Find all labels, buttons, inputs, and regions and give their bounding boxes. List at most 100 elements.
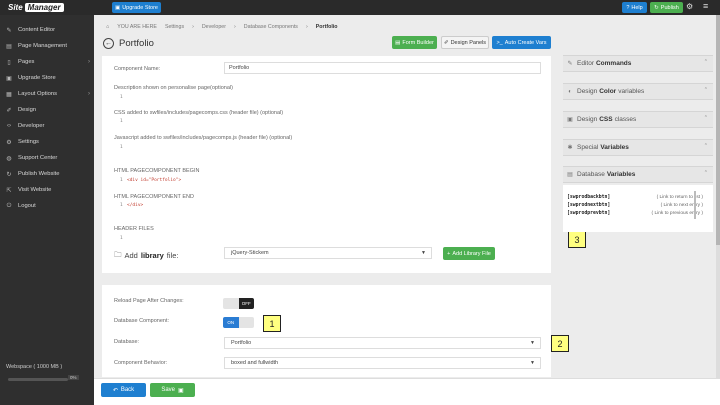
- library-select[interactable]: jQuery-Stickem ▼: [224, 247, 432, 259]
- breadcrumb-database-components[interactable]: Database Components: [244, 24, 298, 30]
- html-begin-editor[interactable]: <div id="Portfolio">: [127, 178, 181, 183]
- save-button[interactable]: Save ▣: [150, 383, 195, 397]
- publish-icon: ↻: [6, 171, 12, 178]
- sidebar-item-pages[interactable]: ▯ Pages ›: [0, 54, 94, 70]
- breadcrumb-settings[interactable]: Settings: [165, 24, 184, 30]
- sidebar-item-label: Logout: [18, 203, 36, 209]
- sidebar-item-label: Publish Website: [18, 171, 60, 177]
- publish-button[interactable]: ↻ Publish: [650, 2, 683, 13]
- back-arrow-icon[interactable]: ←: [103, 38, 114, 49]
- db-variable-row[interactable]: [swprodnextbtn] ( Link to next entry ): [567, 203, 703, 208]
- db-variable-row[interactable]: [swprodprevbtn]( Link to previous entry …: [567, 211, 703, 216]
- db-vars-scrollbar[interactable]: [694, 191, 696, 219]
- document-icon: ▯: [7, 59, 11, 66]
- sidebar-item-design[interactable]: ✐ Design: [0, 102, 94, 118]
- sidebar-item-label: Page Management: [18, 43, 67, 49]
- annotation-badge-1: 1: [263, 315, 281, 332]
- accordion-design-css-classes[interactable]: ▣ Design CSS classes ⌃: [563, 111, 713, 128]
- webspace-progress-bar: [8, 378, 68, 381]
- component-name-label: Component Name:: [114, 66, 161, 72]
- main-scrollbar-thumb[interactable]: [716, 15, 720, 245]
- db-variable-desc: ( Link to return to list ): [656, 195, 703, 200]
- css-label: CSS added to swfiles/includes/pagecomps.…: [114, 110, 284, 116]
- sidebar-item-support-center[interactable]: ◍ Support Center: [0, 150, 94, 166]
- breadcrumb-current: Portfolio: [315, 24, 338, 30]
- refresh-icon: ↻: [654, 4, 659, 11]
- accordion-editor-commands[interactable]: ✎ Editor Commands ⌃: [563, 55, 713, 72]
- db-variable-key: [swprodnextbtn]: [567, 203, 611, 208]
- support-icon: ◍: [6, 155, 12, 162]
- sidebar-item-label: Settings: [18, 139, 39, 145]
- accordion-database-variables[interactable]: ▤ Database Variables ⌃: [563, 166, 713, 183]
- database-label: Database:: [114, 339, 140, 345]
- html-end-editor[interactable]: </div>: [127, 203, 143, 208]
- code-icon: ‹›: [7, 123, 11, 129]
- js-editor[interactable]: 1: [120, 145, 123, 150]
- css-editor[interactable]: 1: [120, 119, 123, 124]
- design-panels-button[interactable]: ✐ Design Panels: [441, 36, 489, 49]
- database-select[interactable]: Portfolio ▼: [224, 337, 541, 349]
- sidebar-item-developer[interactable]: ‹› Developer: [0, 118, 94, 134]
- css-icon: ▣: [567, 117, 573, 123]
- breadcrumb-developer[interactable]: Developer: [202, 24, 226, 30]
- chevron-up-icon: ⌃: [703, 59, 708, 65]
- description-editor[interactable]: 1: [120, 95, 123, 100]
- chevron-up-icon: ⌃: [703, 87, 708, 93]
- pencil-icon: ✎: [6, 27, 12, 34]
- db-component-label: Database Component:: [114, 318, 170, 324]
- sidebar-item-logout[interactable]: ⏻ Logout: [0, 198, 94, 214]
- add-library-file-button[interactable]: + Add Library File: [443, 247, 495, 260]
- site-manager-logo[interactable]: Site Manager: [8, 2, 64, 13]
- file-icon: ▤: [6, 43, 12, 50]
- component-name-input[interactable]: Portfolio: [224, 62, 541, 74]
- external-icon: ⇱: [6, 187, 12, 194]
- chevron-right-icon: ›: [88, 59, 90, 65]
- help-button[interactable]: ? Help: [622, 2, 647, 13]
- db-component-toggle[interactable]: ON: [223, 317, 254, 328]
- cart-icon: ▣: [115, 4, 121, 11]
- reload-toggle[interactable]: OFF: [223, 298, 254, 309]
- back-button[interactable]: ↶ Back: [101, 383, 146, 397]
- database-icon: ▤: [567, 172, 573, 178]
- header-files-label: HEADER FILES: [114, 226, 154, 232]
- menu-icon[interactable]: ≡: [703, 1, 708, 11]
- sidebar-item-upgrade-store[interactable]: ▣ Upgrade Store: [0, 70, 94, 86]
- sidebar-item-page-management[interactable]: ▤ Page Management: [0, 38, 94, 54]
- sidebar-item-visit-website[interactable]: ⇱ Visit Website: [0, 182, 94, 198]
- accordion-design-color-variables[interactable]: ◐ Design Color variables ⌃: [563, 83, 713, 100]
- chevron-down-icon: ▼: [421, 250, 426, 256]
- annotation-badge-3: 3: [568, 231, 586, 248]
- db-variable-desc: ( Link to next entry ): [660, 203, 703, 208]
- help-icon: ?: [626, 4, 630, 11]
- save-icon: ▣: [178, 387, 184, 394]
- gear-icon: ⚙: [6, 139, 12, 146]
- sidebar-item-layout-options[interactable]: ▦ Layout Options ›: [0, 86, 94, 102]
- sidebar-item-label: Visit Website: [18, 187, 52, 193]
- sidebar-item-publish-website[interactable]: ↻ Publish Website: [0, 166, 94, 182]
- reload-label: Reload Page After Changes:: [114, 298, 184, 304]
- chevron-up-icon: ⌃: [703, 143, 708, 149]
- home-icon[interactable]: ⌂: [106, 24, 109, 30]
- behavior-label: Component Behavior:: [114, 360, 168, 366]
- gear-icon[interactable]: ⚙: [686, 2, 693, 11]
- upgrade-store-button[interactable]: ▣ Upgrade Store: [112, 2, 161, 13]
- sidebar-item-settings[interactable]: ⚙ Settings: [0, 134, 94, 150]
- db-variable-key: [swprodbackbtn]: [567, 195, 611, 200]
- sidebar-item-label: Design: [18, 107, 37, 113]
- header-files-editor[interactable]: 1: [120, 236, 123, 241]
- palette-icon: ◐: [568, 88, 572, 95]
- auto-create-vars-button[interactable]: >_ Auto Create Vars: [492, 36, 551, 49]
- layout-icon: ▦: [6, 91, 12, 98]
- form-builder-button[interactable]: ▤ Form Builder: [392, 36, 437, 49]
- undo-icon: ↶: [112, 387, 118, 394]
- accordion-special-variables[interactable]: ✱ Special Variables ⌃: [563, 139, 713, 156]
- folder-icon: 🗀: [114, 250, 122, 259]
- sidebar-item-content-editor[interactable]: ✎ Content Editor: [0, 22, 94, 38]
- store-icon: ▣: [6, 75, 12, 82]
- webspace-percent: 0%: [68, 375, 79, 380]
- description-label: Description shown on personalise page(op…: [114, 85, 233, 91]
- db-variable-row[interactable]: [swprodbackbtn] ( Link to return to list …: [567, 195, 703, 200]
- db-variable-key: [swprodprevbtn]: [567, 211, 611, 216]
- sidebar-item-label: Pages: [18, 59, 35, 65]
- behavior-select[interactable]: boxed and fullwidth ▼: [224, 357, 541, 369]
